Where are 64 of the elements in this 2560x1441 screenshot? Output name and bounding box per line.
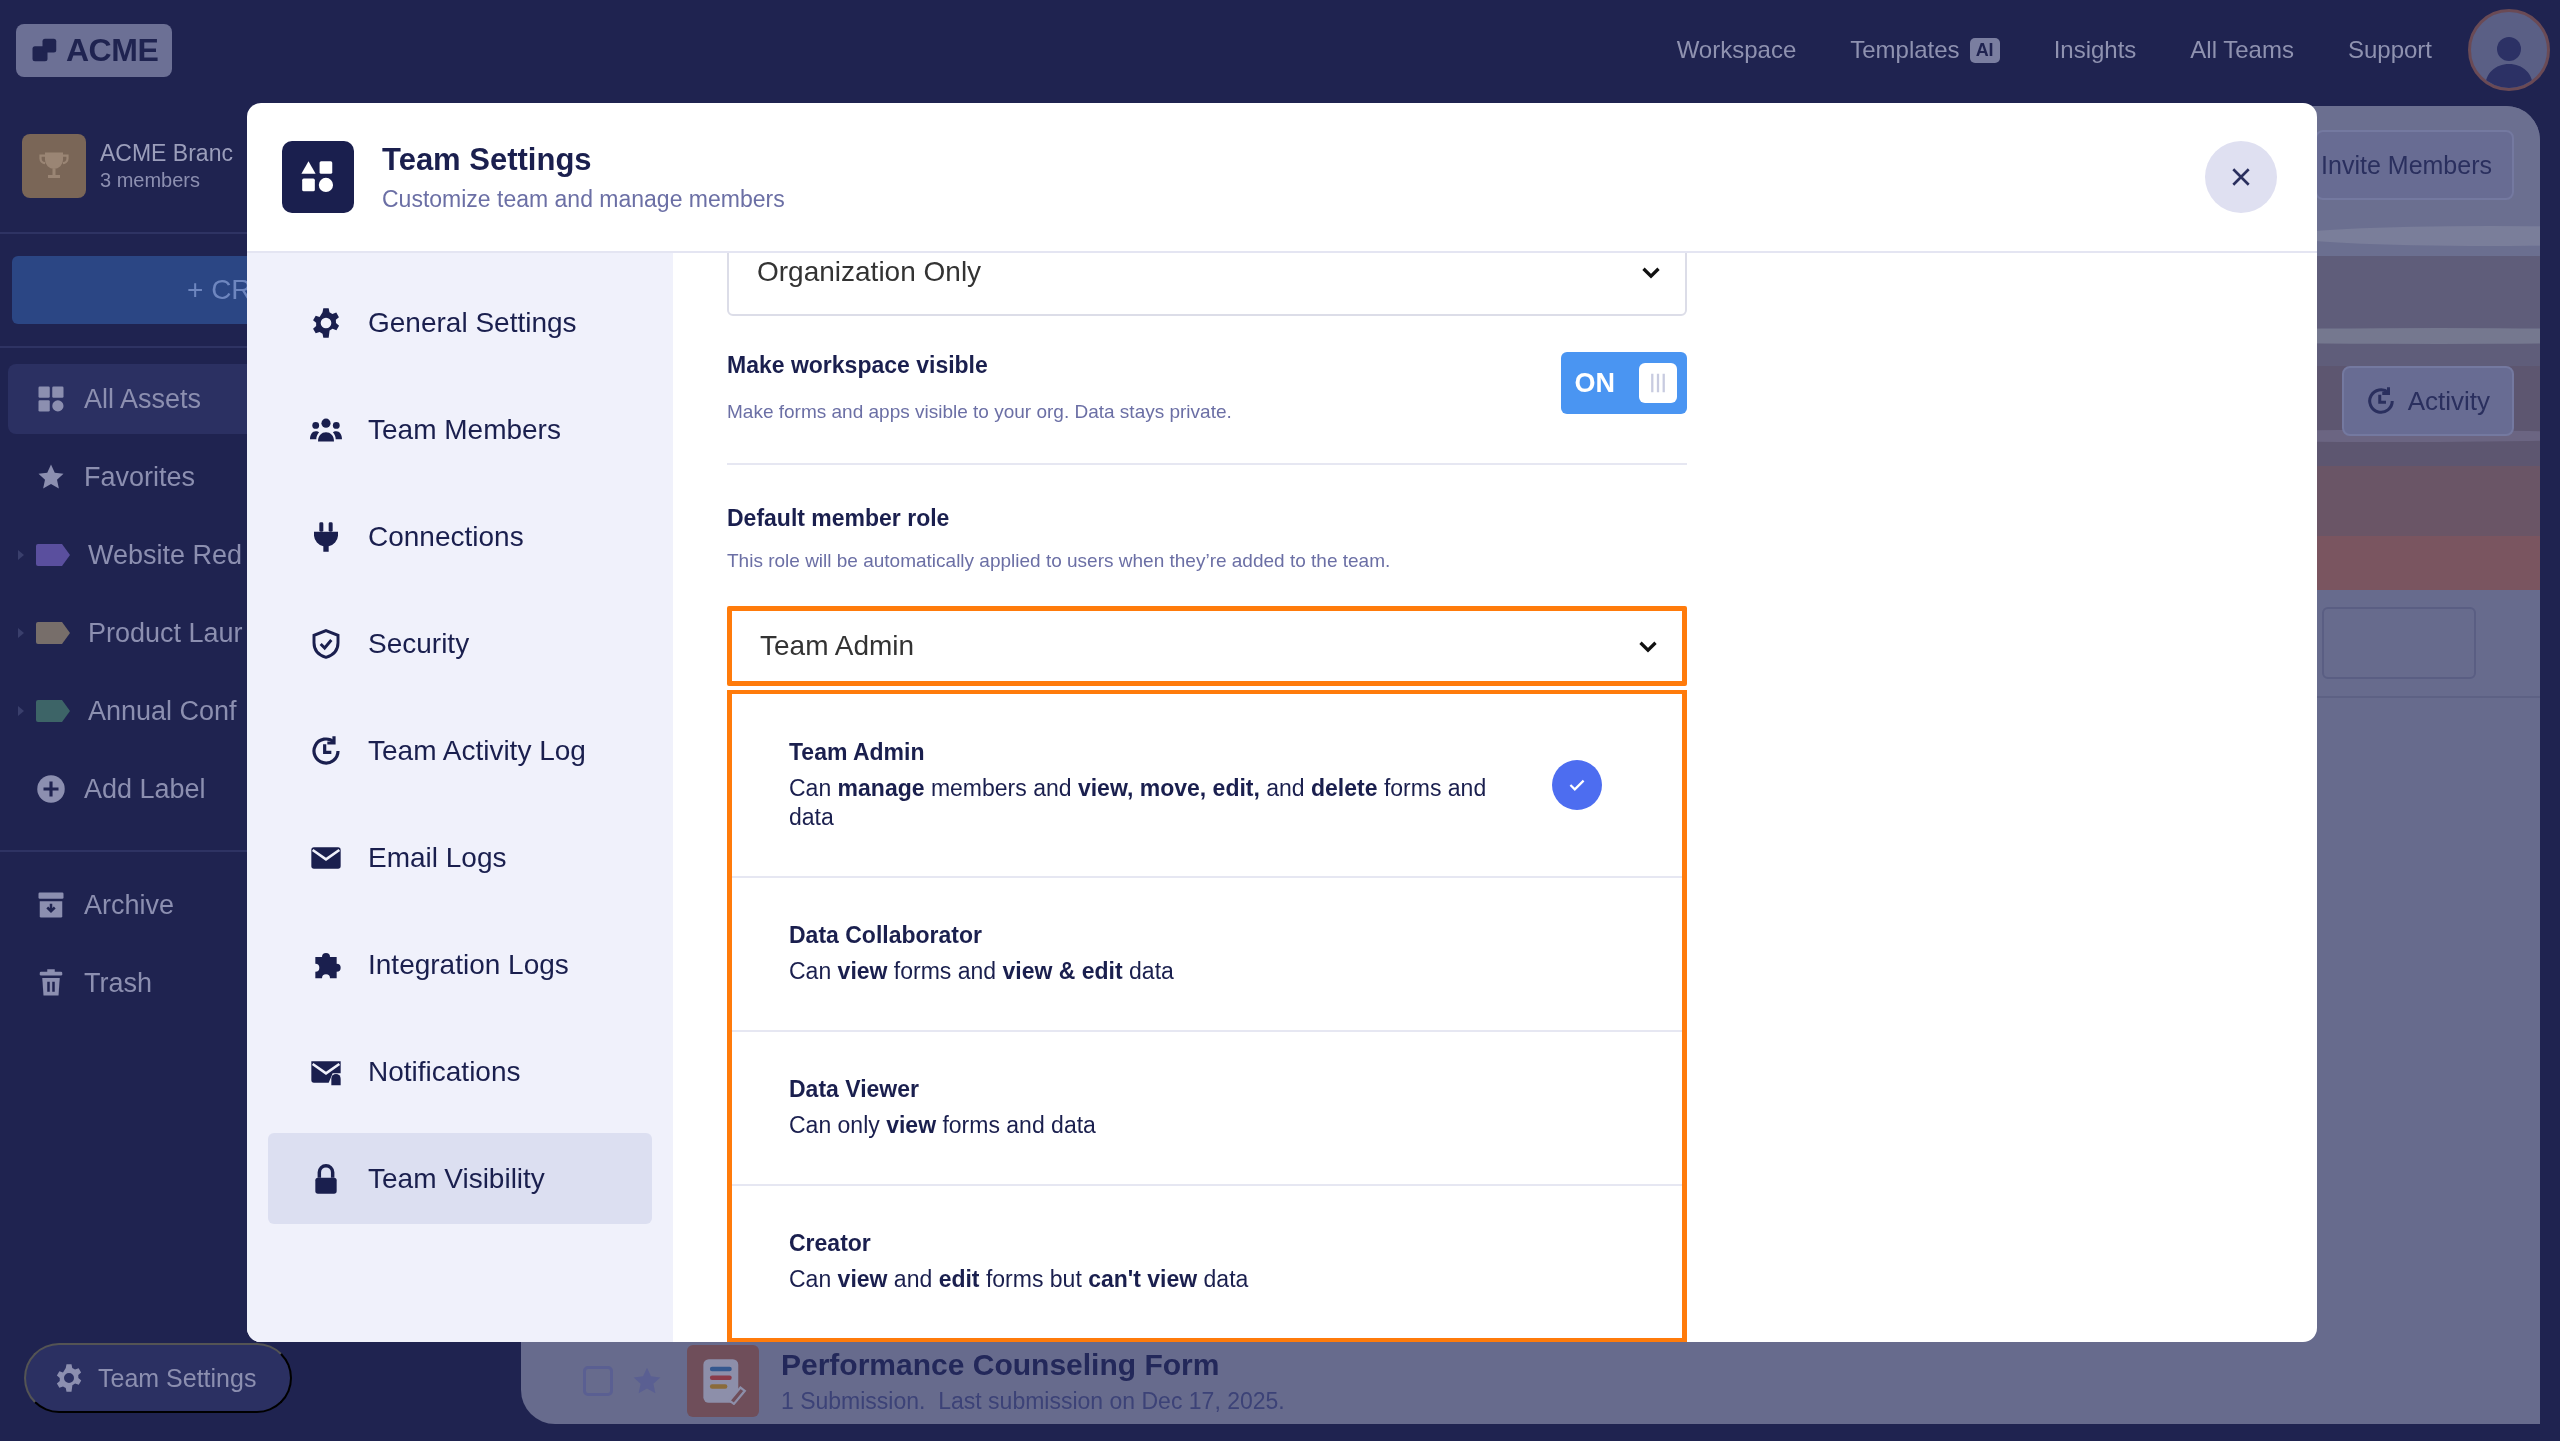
archive-icon: [36, 890, 66, 920]
logo[interactable]: ACME: [16, 23, 173, 77]
sidebar-item[interactable]: Annual Conf: [8, 676, 247, 746]
role-name: Data Collaborator: [789, 922, 983, 950]
role-name: Team Admin: [789, 738, 926, 766]
role-name: Creator: [789, 1230, 872, 1258]
settings-menu-item[interactable]: Team Visibility: [268, 1133, 652, 1224]
nav-link[interactable]: Workspace: [1676, 36, 1797, 64]
settings-menu-item[interactable]: Team Members: [268, 384, 652, 475]
team-settings-button[interactable]: Team Settings: [24, 1343, 293, 1413]
chevron-down-icon: [1641, 265, 1661, 279]
sidebar-item[interactable]: Archive: [8, 870, 247, 940]
setting-title: Default member role: [727, 505, 951, 532]
sidebar-item[interactable]: Favorites: [8, 442, 247, 512]
setting-description: This role will be automatically applied to users when they’re added to the team.: [727, 550, 1392, 572]
setting-description: Make forms and apps visible to your org. Data stays private.: [727, 401, 1232, 423]
sidebar-item[interactable]: Website Red: [8, 520, 247, 590]
nav-link[interactable]: Support: [2347, 36, 2432, 64]
gear-icon: [310, 306, 342, 339]
team-name: ACME Branc: [100, 140, 233, 167]
settings-menu-item[interactable]: Security: [268, 598, 652, 689]
ai-badge: AI: [1969, 37, 2000, 63]
settings-menu-item[interactable]: Notifications: [268, 1026, 652, 1117]
form-title[interactable]: Performance Counseling Form: [781, 1347, 1285, 1382]
nav-link[interactable]: Templates AI: [1850, 36, 2000, 64]
visibility-select[interactable]: Organization Only: [727, 253, 1687, 316]
setting-title: Make workspace visible: [727, 352, 989, 379]
member-count: 3 members: [100, 169, 202, 192]
caret-icon: [18, 550, 24, 560]
close-icon: [2230, 166, 2252, 188]
settings-menu-item[interactable]: General Settings: [268, 277, 652, 368]
settings-menu-item[interactable]: Email Logs: [268, 812, 652, 903]
role-description: Can manage members and view, move, edit, and delete forms and data: [789, 773, 1488, 832]
settings-menu-item[interactable]: Connections: [268, 491, 652, 582]
nav-link[interactable]: Insights: [2053, 36, 2137, 64]
sidebar-item[interactable]: All Assets: [8, 364, 247, 434]
sidebar-item[interactable]: Trash: [8, 948, 247, 1018]
clock-icon: [310, 734, 342, 767]
settings-menu-item[interactable]: Integration Logs: [268, 919, 652, 1010]
gear-icon: [54, 1363, 84, 1393]
plus-circle-icon: [36, 774, 66, 804]
caret-icon: [18, 706, 24, 716]
visibility-toggle[interactable]: ON: [1560, 352, 1687, 414]
role-name: Data Viewer: [789, 1076, 920, 1104]
clock-icon: [2365, 386, 2396, 416]
invite-members-button[interactable]: Invite Members: [2315, 130, 2514, 200]
logo-text: ACME: [66, 31, 159, 69]
shield-check-icon: [310, 627, 342, 660]
caret-icon: [18, 628, 24, 638]
sidebar-item[interactable]: Product Laur: [8, 598, 247, 668]
role-select[interactable]: Team Admin: [727, 606, 1687, 686]
role-description: Can view and edit forms but can't view data: [789, 1265, 1249, 1294]
chevron-down-icon: [1638, 639, 1658, 653]
settings-menu-item[interactable]: Team Activity Log: [268, 705, 652, 796]
role-description: Can only view forms and data: [789, 1111, 1096, 1140]
checkmark-icon: [1552, 760, 1602, 810]
nav-link[interactable]: All Teams: [2190, 36, 2294, 64]
sidebar-item[interactable]: Add Label: [8, 754, 247, 824]
role-description: Can view forms and view & edit data: [789, 957, 1174, 986]
grid-icon: [36, 384, 66, 414]
modal-subtitle: Customize team and manage members: [382, 185, 785, 213]
activity-button[interactable]: Activity: [2341, 366, 2514, 436]
grip-icon: [1650, 372, 1666, 394]
modal-title: Team Settings: [382, 141, 593, 178]
